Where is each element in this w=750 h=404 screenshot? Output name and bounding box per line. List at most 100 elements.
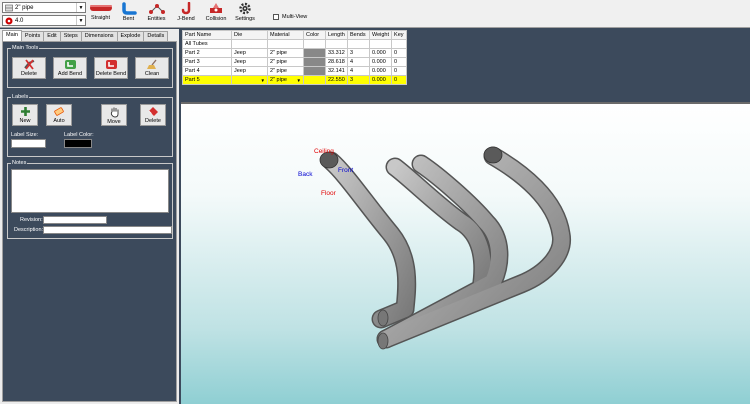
color-swatch-cell[interactable] — [303, 66, 326, 76]
back-label[interactable]: Back — [298, 171, 312, 178]
bends-cell: 3 — [347, 75, 370, 85]
material-dropdown-cell[interactable]: 2" pipe ▼ — [267, 75, 304, 85]
key-cell[interactable]: 0 — [391, 57, 407, 67]
floor-label[interactable]: Floor — [321, 190, 336, 197]
die-cell[interactable]: Jeep — [231, 57, 268, 67]
key-cell[interactable]: 0 — [391, 75, 407, 85]
entities-label: Entities — [147, 16, 166, 22]
die-dropdown-cell[interactable]: ▼ — [231, 75, 268, 85]
col-length[interactable]: Length — [325, 30, 348, 40]
tube-fill-2 — [323, 153, 415, 327]
add-bend-icon — [64, 60, 76, 69]
material-select[interactable]: 2" pipe ▼ — [2, 2, 86, 13]
part-name-cell[interactable]: Part 3 — [182, 57, 232, 67]
table-row[interactable]: Part 2 Jeep 2" pipe 33.312 3 0.000 0 — [182, 48, 407, 58]
material-cell[interactable] — [267, 39, 304, 49]
part-name-cell[interactable]: All Tubes — [182, 39, 232, 49]
col-bends[interactable]: Bends — [347, 30, 370, 40]
tube-model[interactable] — [181, 104, 750, 404]
color-swatch-cell[interactable] — [303, 48, 326, 58]
label-size-field[interactable] — [11, 139, 46, 148]
length-cell: 28.618 — [325, 57, 348, 67]
key-cell[interactable] — [391, 39, 407, 49]
part-name-cell[interactable]: Part 5 — [182, 75, 232, 85]
chevron-down-icon[interactable]: ▼ — [297, 78, 301, 83]
col-die[interactable]: Die — [231, 30, 268, 40]
color-cell[interactable] — [303, 75, 326, 85]
bends-cell: 3 — [347, 48, 370, 58]
material-cell[interactable]: 2" pipe — [267, 66, 304, 76]
delete-label-text: Delete — [145, 118, 161, 124]
weight-cell: 0.000 — [368, 66, 393, 76]
bent-button[interactable]: Bent — [115, 1, 142, 27]
new-label-button[interactable]: New — [12, 104, 38, 126]
tab-main[interactable]: Main — [2, 30, 22, 41]
tab-dimensions[interactable]: Dimensions — [80, 31, 118, 41]
multiview-checkbox[interactable] — [273, 14, 279, 20]
chevron-down-icon[interactable]: ▼ — [261, 78, 265, 83]
revision-input[interactable] — [43, 216, 107, 224]
jbend-button[interactable]: J-Bend — [171, 1, 201, 27]
front-label[interactable]: Front — [338, 167, 353, 174]
table-row-selected[interactable]: Part 5 ▼ 2" pipe ▼ 22.550 3 0.000 0 — [182, 75, 407, 85]
tab-points[interactable]: Points — [20, 31, 45, 41]
material-cell[interactable]: 2" pipe — [267, 57, 304, 67]
material-cell[interactable]: 2" pipe — [267, 48, 304, 58]
weight-cell: 0.000 — [368, 57, 393, 67]
table-row[interactable]: Part 3 Jeep 2" pipe 28.618 4 0.000 0 — [182, 57, 407, 67]
settings-button[interactable]: Settings — [231, 1, 259, 27]
part-name-cell[interactable]: Part 4 — [182, 66, 232, 76]
clean-label: Clean — [144, 71, 160, 77]
die-cell[interactable]: Jeep — [231, 48, 268, 58]
key-cell[interactable]: 0 — [391, 66, 407, 76]
tube-end-cap — [483, 146, 503, 164]
left-panel: Main Points Edit Steps Dimensions Explod… — [0, 29, 179, 404]
label-color-swatch[interactable] — [64, 139, 92, 148]
delete-label-button[interactable]: Delete — [140, 104, 166, 126]
plus-icon — [20, 107, 30, 116]
tab-explode[interactable]: Explode — [116, 31, 145, 41]
main-toolbar: 2" pipe ▼ 4.0 ▼ Straight Bent Entities J… — [0, 0, 750, 28]
die-cell[interactable]: Jeep — [231, 66, 268, 76]
bends-cell: 4 — [347, 66, 370, 76]
col-material[interactable]: Material — [267, 30, 304, 40]
entities-button[interactable]: Entities — [143, 1, 170, 27]
description-input[interactable] — [43, 226, 172, 234]
col-weight[interactable]: Weight — [368, 30, 393, 40]
clean-button[interactable]: Clean — [135, 57, 169, 79]
delete-button[interactable]: Delete — [12, 57, 46, 79]
table-row[interactable]: Part 4 Jeep 2" pipe 32.141 4 0.000 0 — [182, 66, 407, 76]
col-part-name[interactable]: Part Name — [182, 30, 232, 40]
notes-textarea[interactable] — [11, 169, 169, 213]
auto-label-icon — [54, 107, 64, 116]
bends-cell — [347, 39, 370, 49]
color-swatch-cell[interactable] — [303, 57, 326, 67]
die-icon — [4, 16, 13, 25]
label-size-caption: Label Size: — [11, 132, 39, 138]
chevron-down-icon[interactable]: ▼ — [76, 16, 85, 25]
tab-edit[interactable]: Edit — [43, 31, 61, 41]
parts-grid-panel: Part Name Die Material Color Length Bend… — [181, 29, 750, 102]
auto-label-button[interactable]: Auto — [46, 104, 72, 126]
settings-label: Settings — [235, 16, 255, 22]
chevron-down-icon[interactable]: ▼ — [76, 3, 85, 12]
multiview-toggle[interactable]: Multi-View — [273, 14, 307, 20]
3d-viewport[interactable]: Ceiling Back Front Floor — [181, 102, 750, 404]
col-key[interactable]: Key — [391, 30, 407, 40]
delete-tube-icon — [23, 59, 34, 70]
key-cell[interactable]: 0 — [391, 48, 407, 58]
add-bend-button[interactable]: Add Bend — [53, 57, 87, 79]
straight-button[interactable]: Straight — [87, 1, 114, 27]
color-cell[interactable] — [303, 39, 326, 49]
tab-details[interactable]: Details — [143, 31, 169, 41]
tab-steps[interactable]: Steps — [59, 31, 82, 41]
delete-bend-button[interactable]: Delete Bend — [94, 57, 128, 79]
die-cell[interactable] — [231, 39, 268, 49]
move-label-button[interactable]: Move — [101, 104, 127, 126]
size-select[interactable]: 4.0 ▼ — [2, 15, 86, 26]
col-color[interactable]: Color — [303, 30, 326, 40]
collision-button[interactable]: Collision — [202, 1, 230, 27]
table-row[interactable]: All Tubes — [182, 39, 407, 49]
part-name-cell[interactable]: Part 2 — [182, 48, 232, 58]
ceiling-label[interactable]: Ceiling — [314, 148, 334, 155]
